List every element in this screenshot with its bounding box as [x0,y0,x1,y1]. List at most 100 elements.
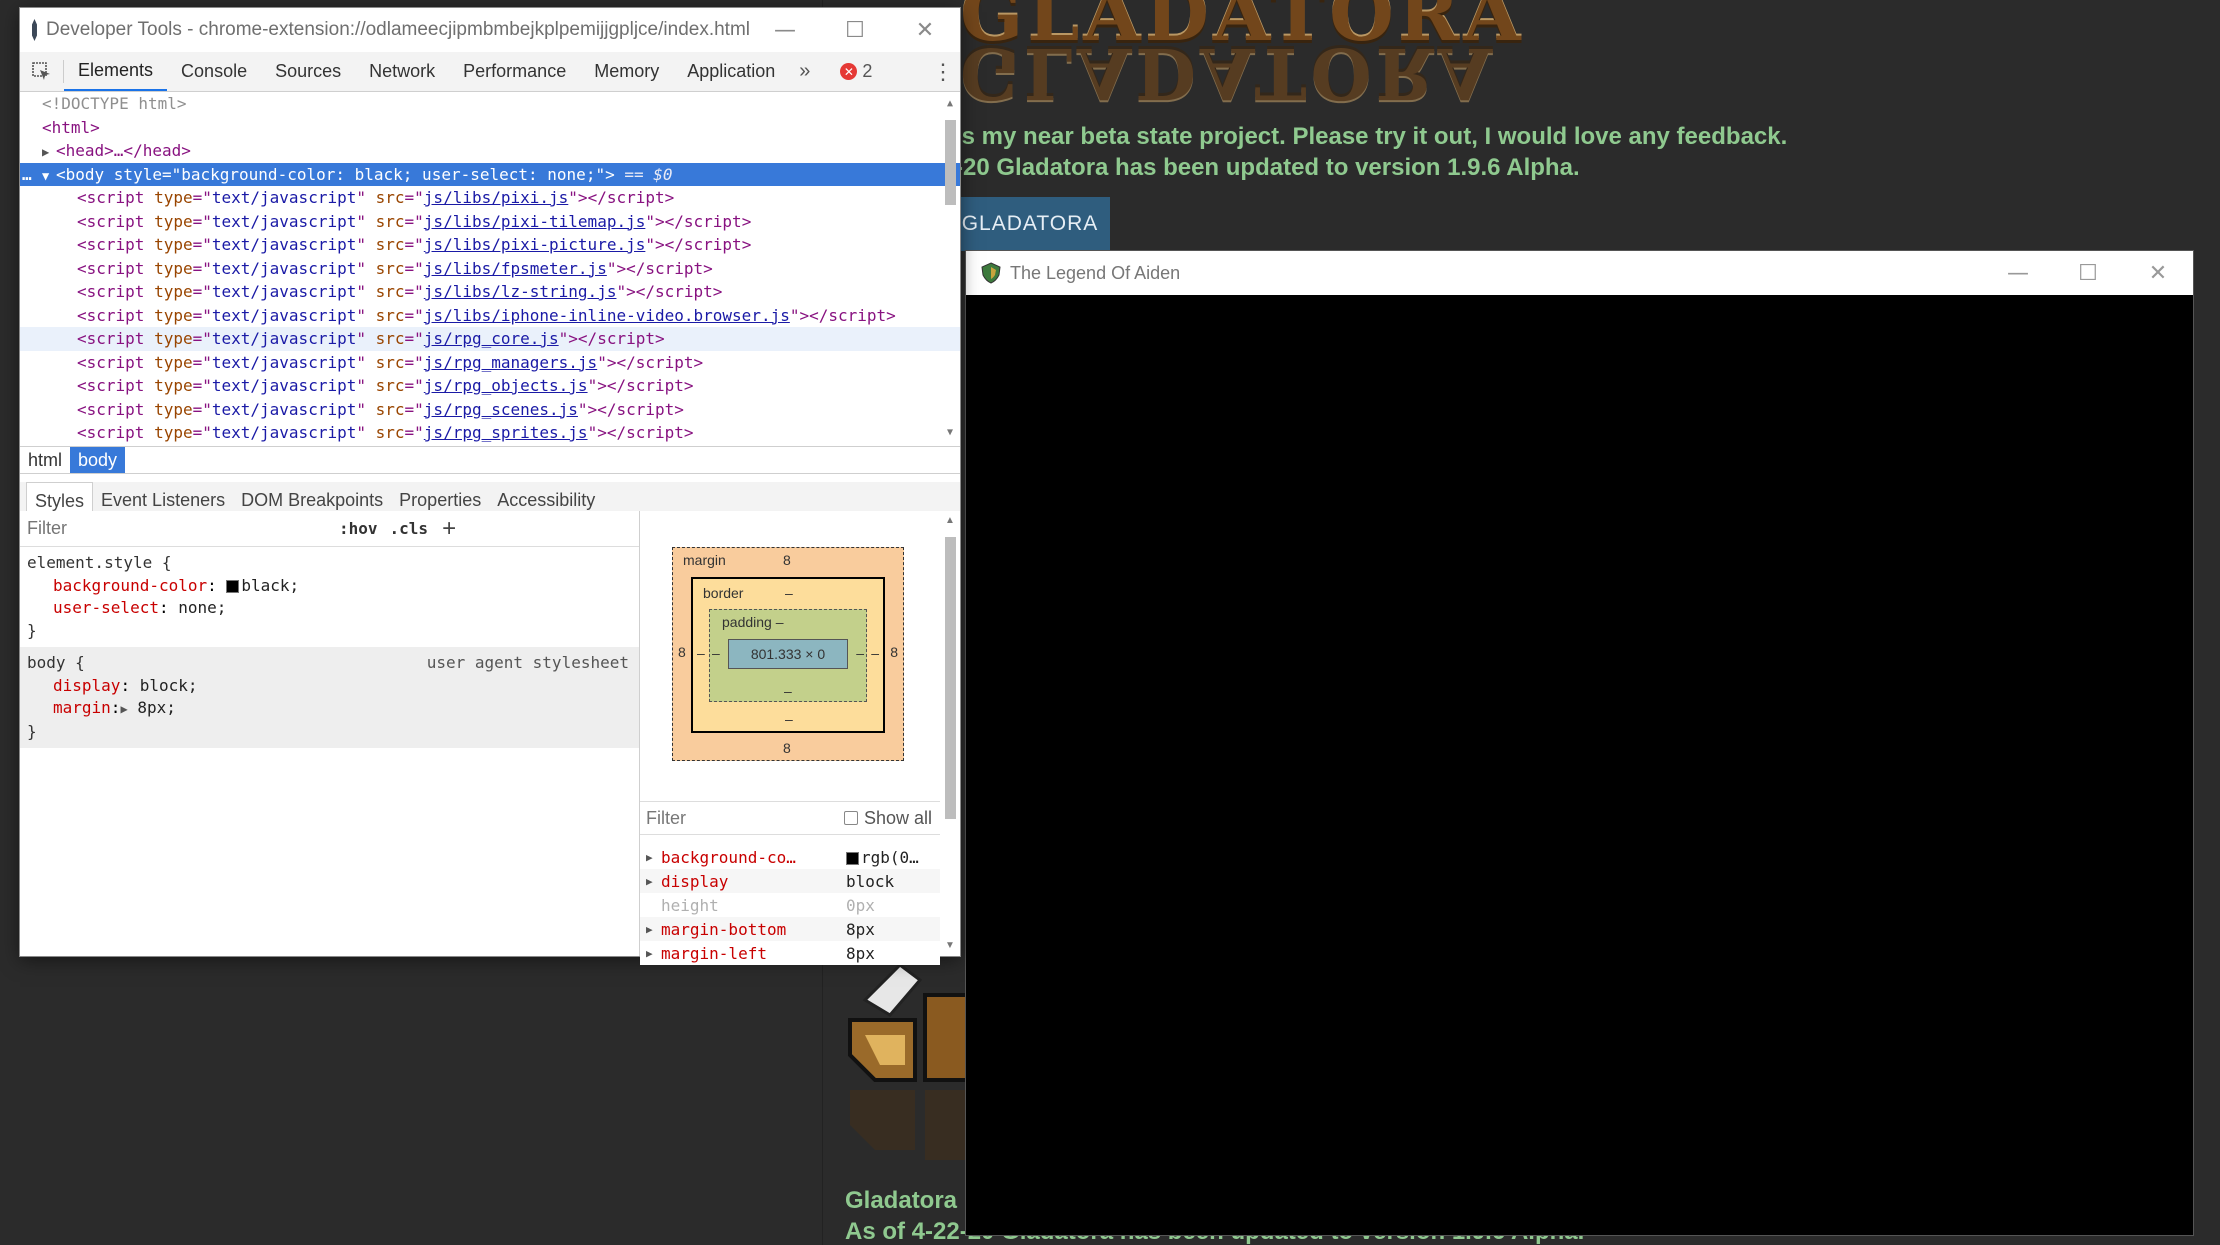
computed-property-row[interactable]: height 0px [640,893,940,917]
box-model-border: border – – – – padding – – – – 801.333 ×… [691,577,885,733]
border-bottom-value[interactable]: – [785,711,793,727]
dom-node-head[interactable]: ▶ <head>…</head> [20,139,960,163]
game-window-title: The Legend Of Aiden [1010,262,1181,283]
border-label: border [703,585,744,601]
error-count: 2 [862,61,873,81]
game-window-titlebar[interactable]: The Legend Of Aiden — ☐ ✕ [966,251,2193,295]
script-src-link[interactable]: js/libs/iphone-inline-video.browser.js [424,306,790,325]
breadcrumb-html[interactable]: html [20,447,70,473]
devtools-titlebar[interactable]: Developer Tools - chrome-extension://odl… [20,8,960,52]
color-swatch-icon[interactable] [226,579,240,593]
padding-right-value[interactable]: – [856,645,864,661]
script-src-link[interactable]: js/rpg_sprites.js [424,423,588,442]
computed-property-row[interactable]: ▶ display block [640,869,940,893]
gladatora-logo-reflection: GLADATORA [960,32,1497,115]
script-src-link[interactable]: js/rpg_objects.js [424,376,588,395]
computed-property-row[interactable]: ▶ margin-bottom 8px [640,917,940,941]
computed-property-row[interactable]: ▶ background-co… rgb(0… [640,845,940,869]
element-style-rule: element.style { background-color: black;… [20,547,639,647]
tab-sources[interactable]: Sources [261,52,355,91]
margin-left-value[interactable]: 8 [678,644,686,660]
dom-scrollbar[interactable]: ▲ ▼ [942,98,958,438]
styles-filter-input[interactable] [27,518,327,539]
style-property[interactable]: margin:▶ 8px; [27,697,632,721]
breadcrumb: html body [20,446,960,474]
breadcrumb-body[interactable]: body [70,447,126,473]
computed-property-row[interactable]: ▶ margin-left 8px [640,941,940,965]
tab-application[interactable]: Application [673,52,789,91]
computed-filter-input[interactable]: Filter [646,808,686,829]
devtools-window: Developer Tools - chrome-extension://odl… [20,8,960,965]
dom-node-html[interactable]: <html> [20,116,960,140]
new-rule-icon[interactable]: + [442,515,456,543]
minimize-button[interactable]: — [1983,251,2053,295]
class-toggle[interactable]: .cls [390,519,429,538]
game-canvas[interactable] [966,295,2193,1235]
dom-node-script[interactable]: <script type="text/javascript" src="js/r… [20,421,960,445]
play-gladatora-button[interactable]: GLADATORA [950,197,1110,251]
script-src-link[interactable]: js/rpg_scenes.js [424,400,578,419]
computed-scrollbar[interactable]: ▲ ▼ [942,515,958,951]
bottom-intro-text: Gladatora is [845,1187,984,1214]
script-src-link[interactable]: js/libs/pixi.js [424,188,569,207]
tab-performance[interactable]: Performance [449,52,580,91]
dom-node-script[interactable]: <script type="text/javascript" src="js/r… [20,374,960,398]
border-top-value[interactable]: – [785,585,793,601]
style-property[interactable]: display: block; [27,675,632,698]
margin-label: margin [683,552,726,568]
margin-right-value[interactable]: 8 [890,644,898,660]
expand-arrow-icon[interactable]: ▶ [42,141,56,165]
script-src-link[interactable]: js/libs/lz-string.js [424,282,617,301]
maximize-button[interactable]: ☐ [2053,251,2123,295]
dom-node-script[interactable]: <script type="text/javascript" src="js/l… [20,186,960,210]
show-all-checkbox[interactable]: Show all [843,808,932,829]
padding-left-value[interactable]: – [712,645,720,661]
margin-bottom-value[interactable]: 8 [783,740,791,756]
color-swatch-icon [846,851,859,865]
border-right-value[interactable]: – [871,645,879,661]
style-property[interactable]: background-color: black; [27,575,632,598]
collapse-arrow-icon[interactable]: ▼ [42,165,56,189]
more-tabs-icon[interactable]: » [789,52,820,91]
dom-node-body[interactable]: … ▼ <body style="background-color: black;… [20,162,960,189]
inspect-element-icon[interactable] [20,60,64,83]
style-property[interactable]: user-select: none; [27,597,632,620]
node-actions-icon[interactable]: … [22,163,32,187]
dom-node-script[interactable]: <script type="text/javascript" src="js/l… [20,304,960,328]
more-options-icon[interactable]: ⋮ [926,52,960,91]
padding-bottom-value[interactable]: – [784,683,792,699]
tab-console[interactable]: Console [167,52,261,91]
dom-node-script[interactable]: <script type="text/javascript" src="js/l… [20,257,960,281]
close-button[interactable]: ✕ [2123,251,2193,295]
styles-pane: :hov .cls + element.style { background-c… [20,511,640,956]
dom-node-script[interactable]: <script type="text/javascript" src="js/l… [20,233,960,257]
border-left-value[interactable]: – [697,645,705,661]
devtools-tab-bar: Elements Console Sources Network Perform… [20,52,960,92]
gladatora-logo-fragment [848,963,970,1160]
dom-node-doctype[interactable]: <!DOCTYPE html> [20,92,960,116]
maximize-button[interactable]: ☐ [820,8,890,52]
dom-node-script[interactable]: <script type="text/javascript" src="js/r… [20,327,960,351]
error-counter[interactable]: ✕ 2 [840,52,872,91]
dom-node-script[interactable]: <script type="text/javascript" src="js/r… [20,351,960,375]
minimize-button[interactable]: — [750,8,820,52]
script-src-link[interactable]: js/rpg_managers.js [424,353,597,372]
tab-elements[interactable]: Elements [64,52,168,91]
tab-memory[interactable]: Memory [580,52,673,91]
tab-network[interactable]: Network [355,52,449,91]
expand-arrow-icon[interactable]: ▶ [120,702,127,716]
dom-node-script[interactable]: <script type="text/javascript" src="js/r… [20,398,960,422]
margin-top-value[interactable]: 8 [783,552,791,568]
dom-node-script[interactable]: <script type="text/javascript" src="js/l… [20,210,960,234]
dom-node-script[interactable]: <script type="text/javascript" src="js/l… [20,280,960,304]
script-src-link[interactable]: js/libs/fpsmeter.js [424,259,607,278]
script-src-link[interactable]: js/rpg_core.js [424,329,559,348]
script-src-link[interactable]: js/libs/pixi-picture.js [424,235,646,254]
script-src-link[interactable]: js/libs/pixi-tilemap.js [424,212,646,231]
rule-origin: user agent stylesheet [426,653,629,672]
hover-state-toggle[interactable]: :hov [339,519,378,538]
close-button[interactable]: ✕ [890,8,960,52]
box-model-content[interactable]: 801.333 × 0 [728,639,848,669]
game-app-icon [981,262,1001,284]
script-list: <script type="text/javascript" src="js/l… [20,186,960,445]
